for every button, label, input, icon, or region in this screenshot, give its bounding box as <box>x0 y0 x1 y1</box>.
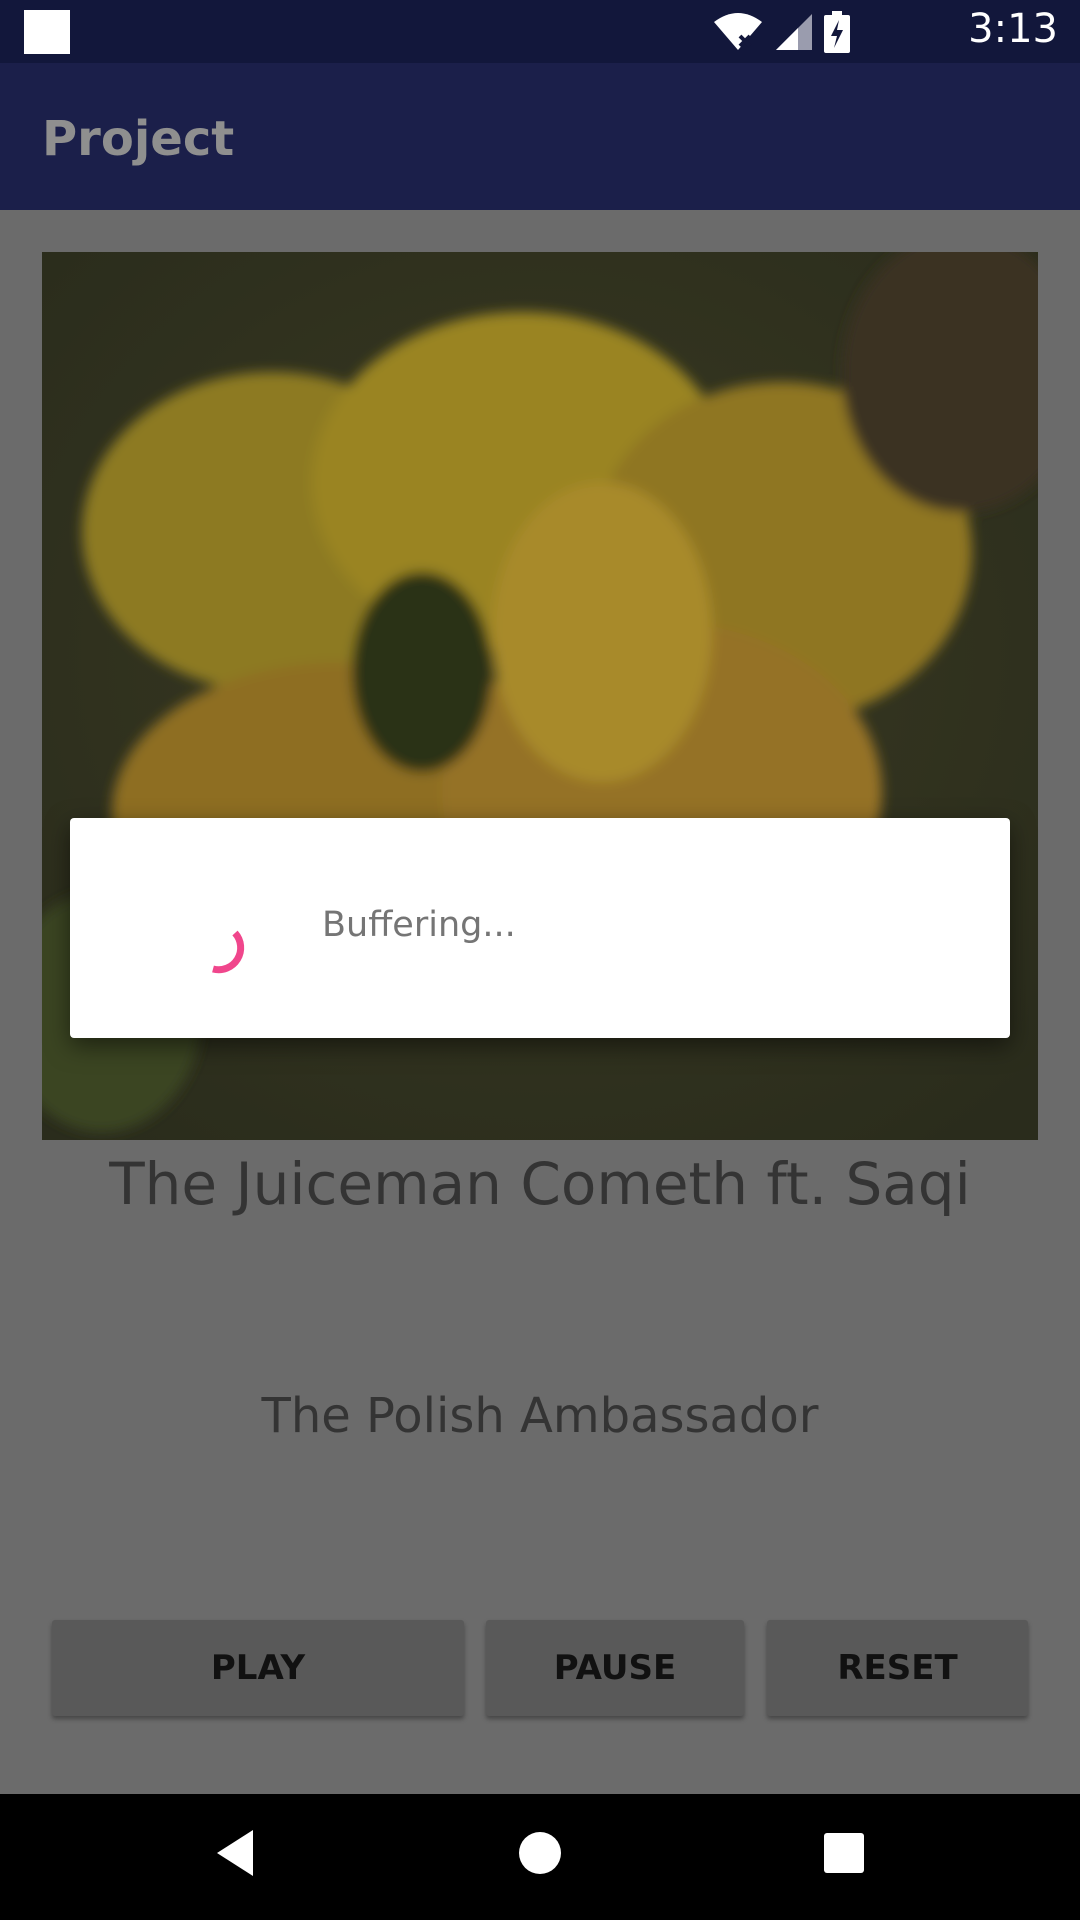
app-title: Project <box>42 111 235 167</box>
back-icon[interactable] <box>215 1828 255 1878</box>
status-time: 3:13 <box>968 6 1058 52</box>
song-title: The Juiceman Cometh ft. Saqi <box>109 1150 971 1218</box>
reset-button[interactable]: RESET <box>767 1620 1028 1716</box>
spinner-icon <box>212 930 245 974</box>
notification-square-icon <box>24 10 70 54</box>
home-icon[interactable] <box>518 1831 562 1875</box>
recents-icon[interactable] <box>824 1833 864 1873</box>
status-icons <box>712 11 850 53</box>
navigation-bar <box>0 1794 1080 1920</box>
battery-charging-icon <box>824 11 850 53</box>
app-bar: Project <box>0 63 1080 210</box>
signal-icon <box>776 14 812 50</box>
pause-button[interactable]: PAUSE <box>486 1620 744 1716</box>
status-bar: 3:13 <box>0 0 1080 63</box>
artist-name: The Polish Ambassador <box>261 1388 819 1444</box>
dialog-message: Buffering... <box>322 905 516 945</box>
wifi-x-icon <box>714 13 762 50</box>
play-button[interactable]: PLAY <box>52 1620 464 1716</box>
